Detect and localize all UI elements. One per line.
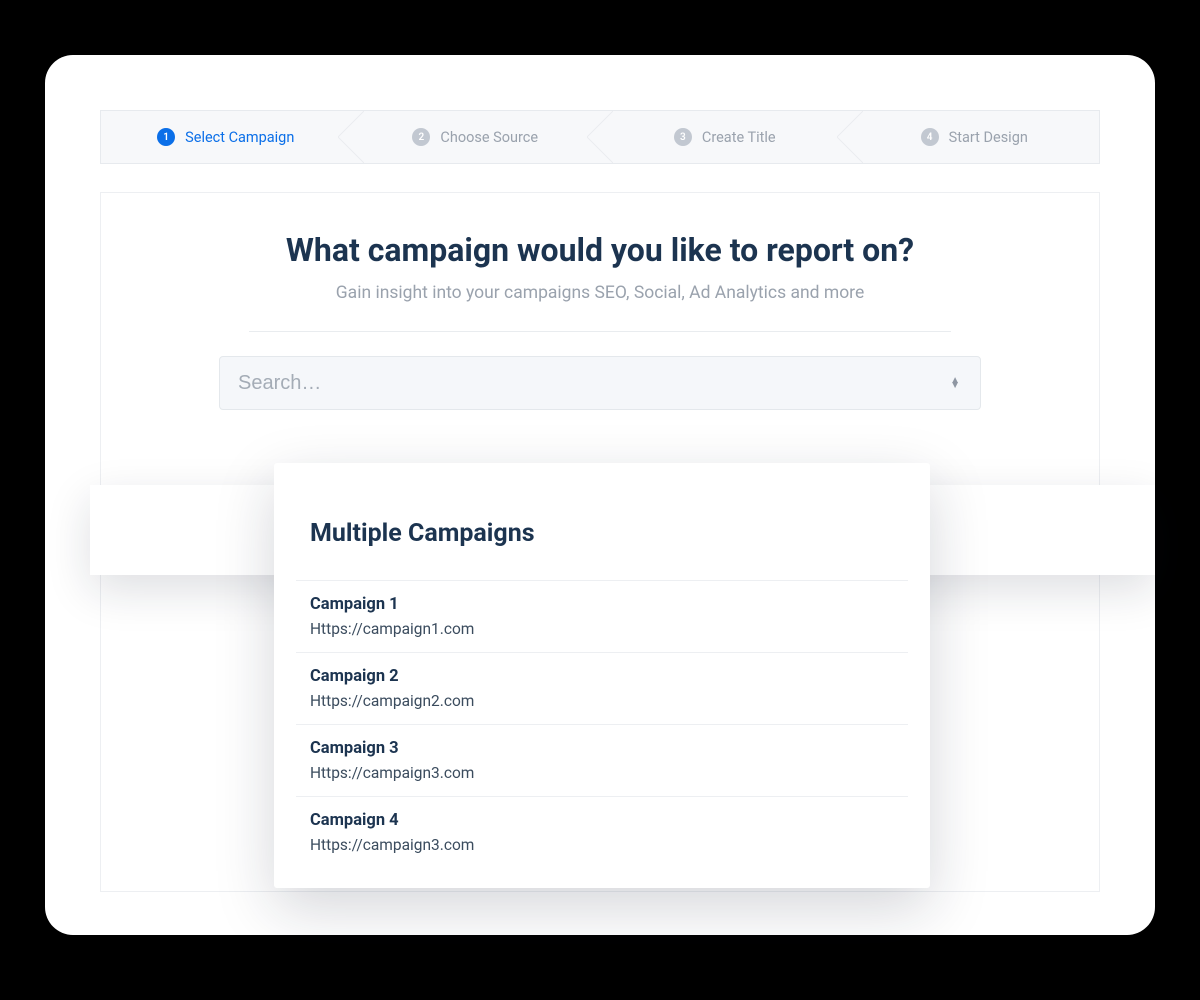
page-title: What campaign would you like to report o… [211, 231, 989, 269]
step-number: 2 [412, 128, 430, 146]
campaign-option[interactable]: Campaign 4 Https://campaign3.com [296, 796, 908, 868]
step-number: 3 [674, 128, 692, 146]
campaign-option[interactable]: Campaign 3 Https://campaign3.com [296, 724, 908, 796]
step-number: 1 [157, 128, 175, 146]
campaign-url: Https://campaign3.com [310, 764, 894, 782]
campaign-name: Campaign 3 [310, 739, 894, 758]
chevron-up-down-icon[interactable]: ▲▼ [948, 378, 962, 388]
wizard-stepper: 1 Select Campaign 2 Choose Source 3 Crea… [100, 110, 1100, 164]
campaign-option[interactable]: Campaign 1 Https://campaign1.com [296, 580, 908, 652]
step-label: Select Campaign [185, 129, 294, 146]
step-create-title[interactable]: 3 Create Title [600, 111, 850, 163]
main-card: 1 Select Campaign 2 Choose Source 3 Crea… [45, 55, 1155, 935]
campaign-name: Campaign 2 [310, 667, 894, 686]
step-label: Start Design [949, 129, 1028, 146]
dropdown-heading: Multiple Campaigns [274, 463, 930, 580]
campaign-option[interactable]: Campaign 2 Https://campaign2.com [296, 652, 908, 724]
page-subtitle: Gain insight into your campaigns SEO, So… [211, 283, 989, 303]
step-select-campaign[interactable]: 1 Select Campaign [101, 111, 351, 163]
campaign-name: Campaign 4 [310, 811, 894, 830]
campaign-dropdown: Multiple Campaigns Campaign 1 Https://ca… [274, 463, 930, 888]
campaign-url: Https://campaign1.com [310, 620, 894, 638]
campaign-url: Https://campaign3.com [310, 836, 894, 854]
step-choose-source[interactable]: 2 Choose Source [351, 111, 601, 163]
divider [249, 331, 951, 332]
step-label: Choose Source [440, 129, 538, 146]
search-input[interactable] [238, 372, 948, 395]
campaign-search-field[interactable]: ▲▼ [219, 356, 981, 410]
step-label: Create Title [702, 129, 776, 146]
step-start-design[interactable]: 4 Start Design [850, 111, 1100, 163]
campaign-url: Https://campaign2.com [310, 692, 894, 710]
step-number: 4 [921, 128, 939, 146]
campaign-name: Campaign 1 [310, 595, 894, 614]
